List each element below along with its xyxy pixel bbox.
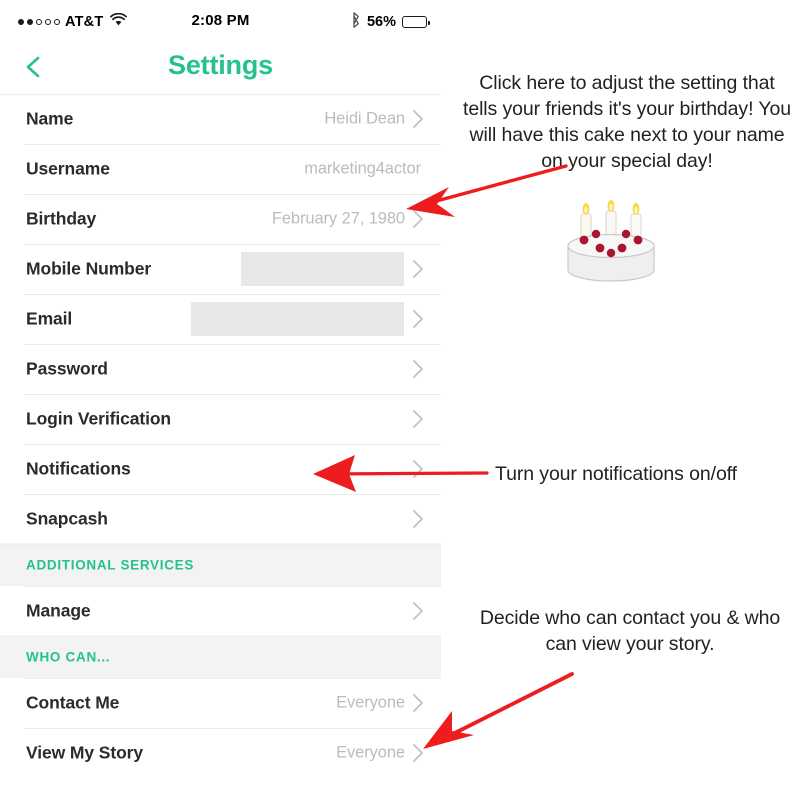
row-separator	[24, 444, 441, 445]
row-label: Password	[26, 358, 108, 379]
chevron-right-icon[interactable]	[412, 409, 424, 429]
row-label: Contact Me	[26, 692, 120, 713]
row-label: Name	[26, 108, 74, 129]
row-label: View My Story	[26, 742, 144, 763]
row-label: Snapcash	[26, 508, 108, 529]
battery-percent-label: 56%	[366, 14, 396, 30]
row-label: Birthday	[26, 208, 97, 229]
row-separator	[24, 344, 441, 345]
settings-row-manage[interactable]: Manage	[0, 586, 441, 636]
row-label: Email	[26, 308, 73, 329]
settings-row-email[interactable]: Email	[0, 294, 441, 344]
chevron-right-icon[interactable]	[412, 743, 424, 763]
row-value: February 27, 1980	[271, 209, 405, 228]
settings-row-snapcash[interactable]: Snapcash	[0, 494, 441, 544]
chevron-right-icon[interactable]	[412, 209, 424, 229]
status-bar: AT&T 2:08 PM 56%	[0, 0, 441, 44]
chevron-right-icon[interactable]	[412, 509, 424, 529]
row-label: Notifications	[26, 458, 131, 479]
settings-row-view-my-story[interactable]: View My Story Everyone	[0, 728, 441, 778]
row-value: marketing4actor	[304, 159, 421, 178]
settings-row-username[interactable]: Username marketing4actor	[0, 144, 441, 194]
section-header-section-additional-services: ADDITIONAL SERVICES	[0, 543, 441, 586]
section-header-section-who-can: WHO CAN...	[0, 635, 441, 678]
annotation-who-can: Decide who can contact you & who can vie…	[479, 607, 781, 655]
row-label: Username	[26, 158, 110, 179]
settings-row-mobile-number[interactable]: Mobile Number	[0, 244, 441, 294]
phone-screen: AT&T 2:08 PM 56% Settings Name Heidi Dea…	[0, 0, 441, 800]
chevron-right-icon[interactable]	[412, 259, 424, 279]
section-separator	[0, 543, 441, 545]
row-value: Everyone	[336, 693, 405, 712]
settings-list: Name Heidi Dean Username marketing4actor Bir…	[0, 94, 441, 778]
settings-row-birthday[interactable]: Birthday February 27, 1980	[0, 194, 441, 244]
chevron-right-icon[interactable]	[412, 109, 424, 129]
annotation-notifications: Turn your notifications on/off	[495, 463, 737, 485]
row-separator	[24, 494, 441, 495]
row-value: Everyone	[336, 743, 405, 762]
chevron-right-icon[interactable]	[412, 359, 424, 379]
row-separator	[24, 244, 441, 245]
settings-row-contact-me[interactable]: Contact Me Everyone	[0, 678, 441, 728]
row-separator	[24, 394, 441, 395]
battery-icon	[402, 16, 430, 28]
settings-row-notifications[interactable]: Notifications	[0, 444, 441, 494]
settings-row-name[interactable]: Name Heidi Dean	[0, 94, 441, 144]
chevron-right-icon[interactable]	[412, 693, 424, 713]
row-separator	[24, 144, 441, 145]
row-separator	[24, 678, 441, 679]
section-header-label: ADDITIONAL SERVICES	[26, 557, 195, 573]
settings-row-password[interactable]: Password	[0, 344, 441, 394]
chevron-right-icon[interactable]	[412, 459, 424, 479]
row-value: Heidi Dean	[324, 109, 405, 128]
nav-bar: Settings	[0, 44, 441, 94]
redacted-value	[241, 252, 404, 286]
annotation-birthday: Click here to adjust the setting that te…	[463, 72, 791, 172]
section-header-label: WHO CAN...	[26, 649, 111, 665]
row-label: Manage	[26, 600, 91, 621]
row-label: Mobile Number	[26, 258, 152, 279]
annotated-screenshot: AT&T 2:08 PM 56% Settings Name Heidi Dea…	[0, 0, 800, 800]
chevron-right-icon[interactable]	[412, 309, 424, 329]
bluetooth-icon	[351, 12, 361, 32]
row-separator	[0, 94, 441, 95]
page-title: Settings	[168, 50, 273, 80]
row-separator	[24, 728, 441, 729]
redacted-value	[191, 302, 404, 336]
section-separator	[0, 635, 441, 637]
chevron-right-icon[interactable]	[412, 601, 424, 621]
settings-row-login-verification[interactable]: Login Verification	[0, 394, 441, 444]
row-separator	[24, 586, 441, 587]
row-separator	[24, 294, 441, 295]
birthday-cake-icon	[556, 196, 666, 296]
arrow-to-view-my-story	[423, 672, 574, 749]
status-bar-right: 56%	[351, 12, 430, 32]
row-label: Login Verification	[26, 408, 172, 429]
row-separator	[24, 194, 441, 195]
